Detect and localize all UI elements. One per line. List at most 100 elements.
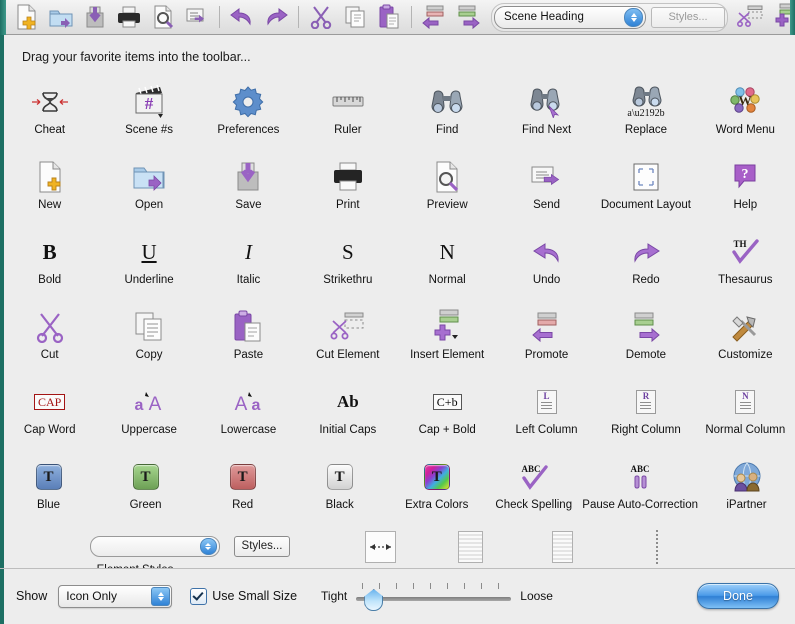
done-button[interactable]: Done (697, 583, 779, 609)
insert-element-icon (428, 306, 466, 348)
palette-item-label: Underline (124, 274, 174, 286)
toolbar-preview-button[interactable] (146, 2, 180, 33)
palette-item-pause-auto-correction[interactable]: ABC Pause Auto-Correction (582, 452, 698, 527)
element-style-popup[interactable]: Scene Heading (494, 5, 646, 29)
toolbar-copy-button[interactable] (338, 2, 372, 33)
toolbar-paste-button[interactable] (372, 2, 406, 33)
toolbar-save-button[interactable] (78, 2, 112, 33)
palette-item-cap-word[interactable]: CAP Cap Word (0, 377, 99, 452)
element-styles-popup[interactable] (89, 535, 220, 557)
palette-item-strikethru[interactable]: S Strikethru (298, 227, 397, 302)
palette-item-cap-bold[interactable]: C+b Cap + Bold (398, 377, 497, 452)
stepper-arrows-icon[interactable] (151, 586, 171, 606)
palette-item-blue[interactable]: T Blue (0, 452, 97, 527)
palette-item-element-styles[interactable]: Styles... Element Styles (45, 530, 335, 568)
palette-item-replace[interactable]: a\u2192b Replace (596, 77, 695, 152)
palette-item-label: Bold (38, 274, 62, 286)
toolbar-cut-button[interactable] (304, 2, 338, 33)
palette-item-open[interactable]: Open (99, 152, 198, 227)
palette-item-demote[interactable]: Demote (596, 302, 695, 377)
stepper-arrows-icon[interactable] (624, 7, 643, 27)
show-mode-select[interactable]: Icon Only (58, 584, 173, 608)
toolbar-divider (411, 6, 412, 28)
palette-item-print[interactable]: Print (298, 152, 397, 227)
palette-item-normal-column[interactable]: N Normal Column (696, 377, 795, 452)
palette-item-space[interactable]: Space (425, 530, 515, 568)
palette-item-half-space[interactable]: Half Space (515, 530, 610, 568)
palette-item-uppercase[interactable]: a A Uppercase (99, 377, 198, 452)
cap-bold-glyph: C+b (432, 394, 462, 410)
palette-item-left-column[interactable]: L Left Column (497, 377, 596, 452)
palette-item-redo[interactable]: Redo (596, 227, 695, 302)
palette-item-green[interactable]: T Green (97, 452, 194, 527)
palette-item-extra-colors[interactable]: T Extra Colors (388, 452, 485, 527)
palette-item-insert-element[interactable]: Insert Element (398, 302, 497, 377)
palette-item-customize[interactable]: Customize (696, 302, 795, 377)
toolbar-open-button[interactable] (44, 2, 78, 33)
palette-item-paste[interactable]: Paste (199, 302, 298, 377)
toolbar-demote-button[interactable] (451, 2, 485, 33)
palette-item-undo[interactable]: Undo (497, 227, 596, 302)
palette-item-underline[interactable]: U Underline (99, 227, 198, 302)
toolbar-cut-element-button[interactable] (734, 2, 768, 33)
toolbar-send-button[interactable] (180, 2, 214, 33)
promote-arrow-icon (420, 4, 448, 30)
slider-knob[interactable] (364, 589, 384, 611)
palette-item-preferences[interactable]: Preferences (199, 77, 298, 152)
palette-item-label: Blue (37, 499, 61, 511)
palette-item-cut[interactable]: Cut (0, 302, 99, 377)
stepper-arrows-icon[interactable] (199, 537, 217, 555)
palette-row: T Blue T Green T Red T Black T Extra Col… (0, 452, 795, 527)
undo-arrow-icon (530, 231, 564, 273)
palette-item-help[interactable]: ? Help (696, 152, 795, 227)
element-styles-button[interactable]: Styles... (233, 535, 291, 557)
initial-caps-glyph: Ab (336, 392, 359, 411)
palette-item-right-column[interactable]: R Right Column (596, 377, 695, 452)
palette-item-ipartner[interactable]: iPartner (698, 452, 795, 527)
palette-item-label: Undo (532, 274, 561, 286)
toolbar-promote-button[interactable] (417, 2, 451, 33)
toolbar-redo-button[interactable] (259, 2, 293, 33)
palette-item-cut-element[interactable]: Cut Element (298, 302, 397, 377)
palette-item-normal[interactable]: N Normal (398, 227, 497, 302)
palette-item-word-menu[interactable]: W Word Menu (696, 77, 795, 152)
printer-icon (331, 156, 365, 198)
use-small-size-checkbox[interactable]: Use Small Size (190, 587, 297, 605)
palette-item-italic[interactable]: I Italic (199, 227, 298, 302)
palette-item-label: Lowercase (220, 424, 277, 436)
toolbar-new-document-button[interactable] (10, 2, 44, 33)
palette-item-check-spelling[interactable]: ABC Check Spelling (485, 452, 582, 527)
palette-item-flexible-space[interactable]: Flexible Space (335, 530, 425, 568)
palette-item-find-next[interactable]: Find Next (497, 77, 596, 152)
palette-item-separator[interactable]: Separator (610, 530, 705, 568)
palette-item-new[interactable]: New (0, 152, 99, 227)
uppercase-icon: a A (129, 381, 169, 423)
cut-element-icon (737, 4, 765, 30)
palette-item-document-layout[interactable]: Document Layout (596, 152, 695, 227)
palette-item-initial-caps[interactable]: Ab Initial Caps (298, 377, 397, 452)
toolbar-styles-button[interactable]: Styles... (651, 6, 725, 28)
palette-item-cheat[interactable]: Cheat (0, 77, 99, 152)
toolbar-undo-button[interactable] (225, 2, 259, 33)
palette-item-promote[interactable]: Promote (497, 302, 596, 377)
palette-item-ruler[interactable]: Ruler (298, 77, 397, 152)
spacing-slider[interactable] (356, 583, 512, 611)
slider-max-label: Loose (520, 589, 553, 603)
palette-item-black[interactable]: T Black (291, 452, 388, 527)
palette-item-copy[interactable]: Copy (99, 302, 198, 377)
toolbar-print-button[interactable] (112, 2, 146, 33)
palette-item-find[interactable]: Find (398, 77, 497, 152)
palette-item-lowercase[interactable]: A a Lowercase (199, 377, 298, 452)
window-edge-left (0, 0, 6, 35)
palette-item-thesaurus[interactable]: TH Thesaurus (696, 227, 795, 302)
palette-item-bold[interactable]: B Bold (0, 227, 99, 302)
palette-item-scene-numbers[interactable]: # Scene #s (99, 77, 198, 152)
palette-item-red[interactable]: T Red (194, 452, 291, 527)
svg-text:?: ? (742, 167, 749, 182)
palette-item-send[interactable]: Send (497, 152, 596, 227)
checkbox-checked-icon[interactable] (190, 587, 208, 605)
palette-item-save[interactable]: Save (199, 152, 298, 227)
svg-text:a: a (135, 397, 144, 414)
palette-item-preview[interactable]: Preview (398, 152, 497, 227)
copy-pages-icon (343, 5, 367, 29)
